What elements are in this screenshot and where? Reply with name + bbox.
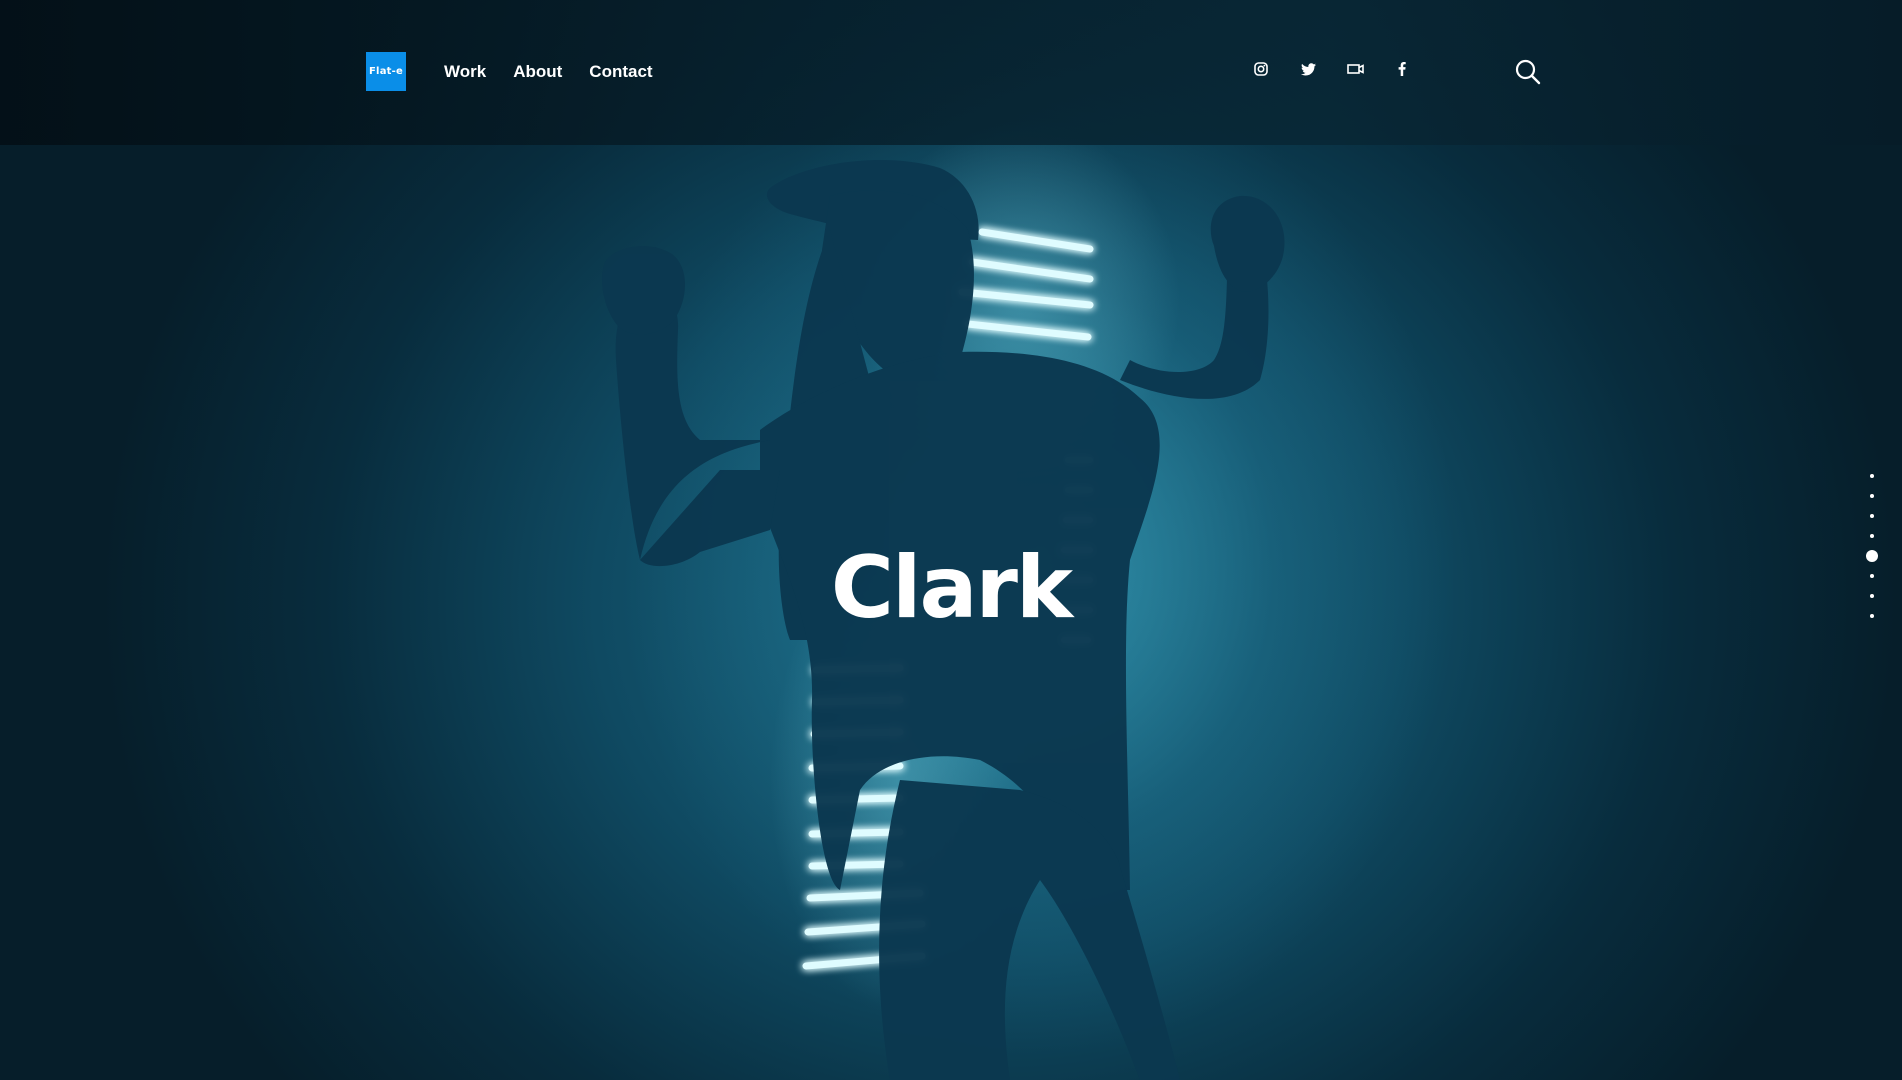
- nav-link-about[interactable]: About: [513, 61, 562, 83]
- twitter-icon[interactable]: [1299, 60, 1317, 78]
- pager-dot[interactable]: [1862, 606, 1882, 626]
- slide-pager: [1862, 466, 1882, 626]
- nav-link-contact[interactable]: Contact: [589, 61, 652, 83]
- site-header: Flat-e Work About Contact: [0, 0, 1902, 145]
- instagram-icon[interactable]: [1252, 60, 1270, 78]
- social-links: [1252, 60, 1440, 78]
- main-nav: Work About Contact: [444, 61, 680, 83]
- pager-dot[interactable]: [1862, 566, 1882, 586]
- pager-dot[interactable]: [1862, 526, 1882, 546]
- video-icon[interactable]: [1346, 60, 1364, 78]
- logo-text: Flat-e: [369, 66, 403, 77]
- pager-dot-active[interactable]: [1862, 546, 1882, 566]
- nav-link-work[interactable]: Work: [444, 61, 486, 83]
- search-icon[interactable]: [1514, 58, 1542, 86]
- pager-dot[interactable]: [1862, 506, 1882, 526]
- facebook-icon[interactable]: [1393, 60, 1411, 78]
- hero-title: Clark: [830, 538, 1073, 638]
- hero-section: Flat-e Work About Contact Clark: [0, 0, 1902, 1080]
- pager-dot[interactable]: [1862, 586, 1882, 606]
- pager-dot[interactable]: [1862, 486, 1882, 506]
- pager-dot[interactable]: [1862, 466, 1882, 486]
- logo[interactable]: Flat-e: [366, 52, 406, 91]
